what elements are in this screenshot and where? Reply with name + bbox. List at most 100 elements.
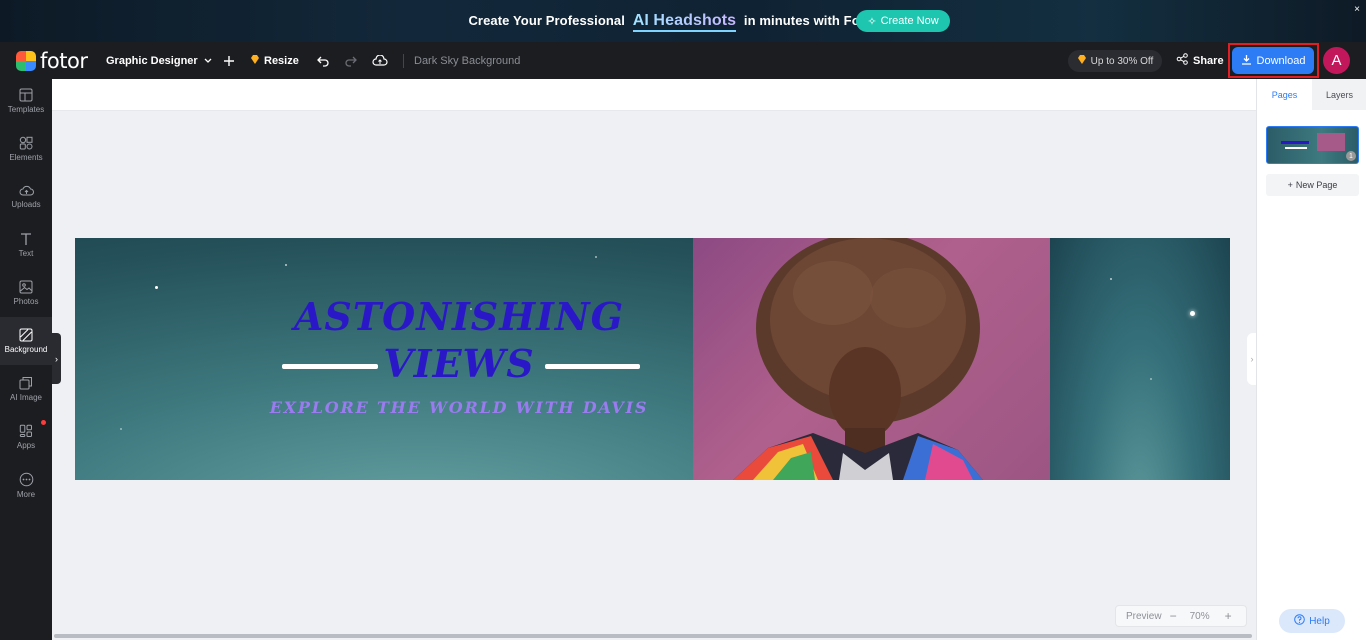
star-decoration: [120, 428, 122, 430]
horizontal-scrollbar[interactable]: [54, 634, 1252, 638]
tab-layers[interactable]: Layers: [1312, 79, 1366, 110]
new-page-button[interactable]: + New Page: [1266, 174, 1359, 196]
uploads-icon: [19, 185, 34, 196]
text-icon: [21, 233, 31, 245]
headline-line-1[interactable]: ASTONISHING: [75, 294, 843, 339]
star-decoration: [595, 256, 597, 258]
add-page-button[interactable]: [221, 42, 237, 79]
user-avatar[interactable]: A: [1323, 47, 1350, 74]
preview-button[interactable]: Preview: [1126, 611, 1162, 622]
close-icon[interactable]: ×: [1354, 4, 1360, 15]
panel-expand-tab[interactable]: ›: [52, 333, 61, 384]
pages-panel: Pages Layers 1 + New Page Help: [1256, 79, 1366, 640]
sidebar-item-text[interactable]: Text: [0, 221, 52, 269]
cloud-save-button[interactable]: [372, 42, 388, 79]
background-right-panel: [1050, 238, 1230, 480]
chevron-right-icon: ›: [1250, 354, 1254, 364]
help-icon: [1294, 614, 1306, 628]
zoom-controls: Preview − 70% +: [1115, 605, 1247, 627]
star-decoration: [1190, 311, 1195, 316]
share-icon: [1176, 53, 1188, 68]
share-button[interactable]: Share: [1176, 42, 1224, 79]
left-sidebar: Templates Elements Uploads Text Photos B…: [0, 79, 52, 640]
chevron-right-icon: ›: [55, 353, 58, 364]
zoom-in-button[interactable]: +: [1225, 609, 1232, 623]
plus-icon: +: [1287, 180, 1293, 190]
fotor-logo[interactable]: fotor: [16, 49, 88, 73]
sidebar-label-uploads: Uploads: [11, 200, 41, 209]
sidebar-item-background[interactable]: Background: [0, 317, 52, 365]
photos-icon: [19, 280, 33, 294]
tagline-text[interactable]: EXPLORE THE WORLD WITH DAVIS: [75, 398, 843, 417]
help-label: Help: [1309, 615, 1330, 627]
sidebar-item-apps[interactable]: Apps: [0, 413, 52, 461]
design-canvas[interactable]: ASTONISHING VIEWS EXPLORE THE WORLD WITH…: [75, 238, 1230, 480]
sidebar-item-ai-image[interactable]: AI Image: [0, 365, 52, 413]
download-label: Download: [1256, 54, 1306, 67]
sidebar-label-more: More: [16, 489, 36, 499]
zoom-level[interactable]: 70%: [1190, 611, 1210, 622]
star-decoration: [155, 286, 158, 289]
offer-label: Up to 30% Off: [1090, 55, 1154, 67]
download-button[interactable]: Download: [1232, 47, 1314, 74]
star-decoration: [285, 264, 287, 266]
thumbnail-headline: [1281, 141, 1309, 144]
apps-icon: [19, 424, 32, 437]
sidebar-item-photos[interactable]: Photos: [0, 269, 52, 317]
download-icon: [1241, 54, 1252, 68]
zoom-out-button[interactable]: −: [1170, 609, 1177, 623]
sparkle-icon: ✧: [867, 15, 877, 28]
help-button[interactable]: Help: [1279, 609, 1345, 633]
headline-line-2[interactable]: VIEWS: [75, 341, 843, 386]
undo-icon: [315, 53, 331, 69]
sidebar-item-elements[interactable]: Elements: [0, 125, 52, 173]
chevron-down-icon: [204, 55, 212, 67]
canvas-top-strip: [52, 79, 1256, 111]
document-title[interactable]: Dark Sky Background: [414, 42, 520, 79]
thumbnail-photo: [1317, 133, 1345, 151]
sidebar-label-templates: Templates: [7, 105, 45, 114]
plus-icon: [221, 53, 237, 69]
logo-mark-icon: [16, 51, 36, 71]
logo-text: fotor: [40, 49, 88, 73]
redo-icon: [343, 53, 359, 69]
elements-icon: [19, 136, 33, 150]
sidebar-label-background: Background: [4, 345, 48, 354]
templates-icon: [19, 88, 33, 102]
more-icon: [19, 472, 33, 486]
toolbar-divider: [403, 42, 404, 79]
sidebar-label-ai-image: AI Image: [9, 393, 42, 402]
resize-label: Resize: [264, 54, 299, 67]
resize-button[interactable]: Resize: [250, 42, 299, 79]
crown-icon: [1077, 55, 1087, 67]
thumbnail-line: [1285, 147, 1307, 149]
sidebar-label-elements: Elements: [9, 153, 43, 162]
background-icon: [19, 328, 33, 342]
promo-banner: Create Your Professional AI Headshots in…: [0, 0, 1366, 42]
offer-badge[interactable]: Up to 30% Off: [1068, 50, 1162, 72]
crown-icon: [250, 54, 260, 67]
redo-button[interactable]: [343, 42, 359, 79]
promo-highlight: AI Headshots: [632, 12, 737, 32]
mode-label: Graphic Designer: [106, 54, 198, 67]
promo-text-before: Create Your Professional: [468, 13, 625, 28]
notification-dot: [41, 420, 46, 425]
page-thumbnail[interactable]: 1: [1266, 126, 1359, 164]
page-number-badge: 1: [1346, 151, 1356, 161]
ai-image-icon: [19, 377, 32, 390]
tab-pages[interactable]: Pages: [1257, 79, 1312, 110]
share-label: Share: [1193, 54, 1224, 67]
mode-dropdown[interactable]: Graphic Designer: [106, 42, 212, 79]
sidebar-item-more[interactable]: More: [0, 461, 52, 509]
star-decoration: [1150, 378, 1152, 380]
undo-button[interactable]: [315, 42, 331, 79]
sidebar-label-apps: Apps: [16, 441, 36, 450]
create-now-button[interactable]: ✧ Create Now: [856, 10, 950, 32]
new-page-label: New Page: [1295, 180, 1338, 190]
top-toolbar: fotor Graphic Designer Resize Dark Sky B…: [0, 42, 1366, 79]
cloud-icon: [372, 53, 388, 69]
sidebar-label-text: Text: [18, 249, 34, 258]
sidebar-item-uploads[interactable]: Uploads: [0, 173, 52, 221]
sidebar-label-photos: Photos: [13, 297, 39, 306]
sidebar-item-templates[interactable]: Templates: [0, 77, 52, 125]
